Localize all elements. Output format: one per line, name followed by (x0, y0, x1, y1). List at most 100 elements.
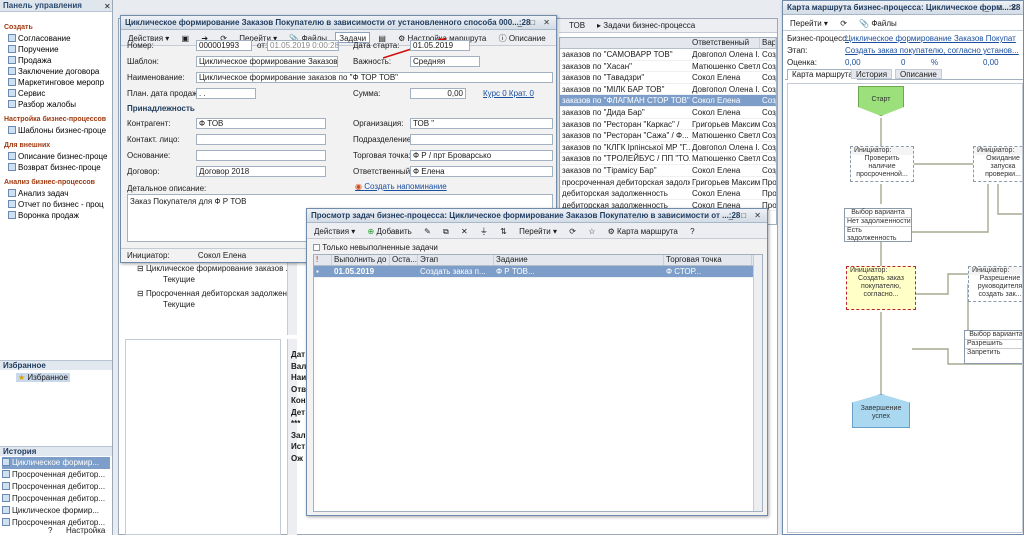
go-menu[interactable]: Перейти ▾ (515, 225, 561, 236)
refresh-icon[interactable]: ⟳ (565, 225, 580, 236)
table-row[interactable]: заказов по "ФЛАГМАН СТОР ТОВ" Сокол Елена… (560, 95, 776, 107)
panel-item[interactable]: Продажа (8, 55, 112, 66)
tree-leaf[interactable]: Текущие (137, 274, 297, 285)
tasks-button[interactable]: ▸ Задачи бизнес-процесса (597, 21, 695, 30)
history-item[interactable]: Просроченная дебитор... (2, 493, 110, 505)
save-icon[interactable]: ▣ (178, 32, 194, 43)
plan-date-field[interactable]: . . (196, 88, 256, 99)
tree-node[interactable]: ⊟ Циклическое формирование заказов ... (137, 263, 297, 274)
tab-history[interactable]: История (851, 69, 893, 79)
tab-description[interactable]: Описание (895, 69, 942, 79)
table-row[interactable]: заказов по "МІЛК БАР ТОВ" Довгопол Олена … (560, 84, 776, 96)
window-controls[interactable]: _ □ ✕ (985, 3, 1020, 12)
panel-item[interactable]: Маркетинговое меропр (8, 77, 112, 88)
sort-icon[interactable]: ⇅ (496, 225, 511, 236)
edit-icon[interactable]: ✎ (420, 225, 435, 236)
table-row[interactable]: заказов по "Тавадзри"Сокол ЕленаСозд (560, 72, 776, 84)
star-icon[interactable]: ☆ (584, 225, 599, 236)
panel-item[interactable]: Разбор жалобы (8, 99, 112, 110)
start-date-field[interactable]: 01.05.2019 (410, 40, 470, 51)
history-item[interactable]: Циклическое формир... (2, 505, 110, 517)
basis-field[interactable] (196, 150, 326, 161)
contact-field[interactable] (196, 134, 326, 145)
window-controls[interactable]: _ □ ✕ (729, 211, 764, 220)
tree-leaf[interactable]: Текущие (137, 299, 297, 310)
contract-field[interactable]: Договор 2018 (196, 166, 326, 177)
settings-link[interactable]: Настройка (66, 526, 105, 535)
table-row[interactable]: заказов по "Ресторан "Сажа" / Ф... Матюше… (560, 130, 776, 142)
close-icon[interactable]: ✕ (104, 2, 111, 11)
window-controls[interactable]: _ □ ✕ (518, 18, 553, 27)
help-icon[interactable]: ? (686, 225, 698, 236)
checkbox-icon[interactable] (313, 244, 320, 251)
panel-item[interactable]: Шаблоны бизнес-проце (8, 125, 112, 136)
history-item[interactable]: Просроченная дебитор... (2, 481, 110, 493)
point-field[interactable]: Ф Р / прт Броварсько (410, 150, 553, 161)
initiator-node[interactable]: Инициатор: Разрешение руководителя создат… (968, 266, 1022, 302)
from-field[interactable]: 01.05.2019 0:00:28 (267, 40, 339, 51)
add-button[interactable]: ⊕ Добавить (364, 225, 416, 236)
bp-link[interactable]: Циклическое формирование Заказов Покупат (845, 34, 1021, 43)
initiator-node[interactable]: Инициатор: Проверить наличие просроченной… (850, 146, 914, 182)
counterparty-field[interactable]: Ф ТОВ (196, 118, 326, 129)
number-field[interactable]: 000001993 (196, 40, 252, 51)
panel-item[interactable]: Поручение (8, 44, 112, 55)
description-button[interactable]: ⓘ Описание (495, 32, 550, 43)
initiator-node[interactable]: Инициатор: Ожидание запуска проверки... (973, 146, 1022, 182)
history-item[interactable]: Просроченная дебитор... (2, 469, 110, 481)
detail-label: Ож (291, 453, 303, 463)
table-row[interactable]: заказов по "Тірамісу Бар"Сокол ЕленаСозд (560, 165, 776, 177)
table-row[interactable]: заказов по "САМОВАРР ТОВ" Довгопол Олена … (560, 49, 776, 61)
help-icon[interactable]: ? (554, 32, 556, 43)
responsible-field[interactable]: Ф Елена (410, 166, 553, 177)
panel-item[interactable]: Отчет по бизнес - проц (8, 199, 112, 210)
panel-item[interactable]: Сервис (8, 88, 112, 99)
tab-route-map[interactable]: Карта маршрута (787, 69, 858, 80)
sum-field[interactable]: 0,00 (410, 88, 466, 99)
stage-link[interactable]: Создать заказ покупателю, согласно устан… (845, 46, 1021, 55)
favorites-item[interactable]: ★ Избранное (16, 373, 70, 382)
table-row[interactable]: просроченная дебиторская задолжен...Григ… (560, 177, 776, 189)
map-tabs: Карта маршрута История Описание (785, 69, 1023, 80)
table-row[interactable]: дебиторская задолженностьСокол ЕленаПрос (560, 188, 776, 200)
go-menu[interactable]: Перейти ▾ (786, 17, 832, 28)
panel-item[interactable]: Возврат бизнес-проце (8, 162, 112, 173)
importance-select[interactable]: Средняя (410, 56, 480, 67)
help-icon[interactable]: ? (48, 526, 52, 535)
refresh-icon[interactable]: ⟳ (836, 17, 851, 28)
filter-icon[interactable]: ⏚ (476, 225, 492, 236)
actions-menu[interactable]: Действия ▾ (310, 225, 359, 236)
choice-node[interactable]: Выбор варианта Разрешить Запретить (964, 330, 1022, 364)
template-field[interactable]: Циклическое формирование Заказов ... (196, 56, 338, 67)
unfinished-filter[interactable]: Только невыполненные задачи (313, 243, 438, 252)
route-map-button[interactable]: ⚙ Карта маршрута (604, 225, 682, 236)
create-reminder-link[interactable]: ◉ Создать напоминание (355, 182, 447, 191)
department-field[interactable] (410, 134, 553, 145)
active-initiator-node[interactable]: Инициатор: Создать заказ покупателю, согл… (846, 266, 916, 310)
table-row[interactable]: заказов по "ТРОЛЕЙБУС / ПП "ТО...Матюшен… (560, 153, 776, 165)
panel-item[interactable]: Согласование (8, 33, 112, 44)
table-row[interactable]: заказов по "Ресторан "Каркас" / Григорьев… (560, 119, 776, 131)
table-row[interactable]: заказов по "Дида Бар"Сокол ЕленаСозд (560, 107, 776, 119)
panel-item[interactable]: Описание бизнес-проце (8, 151, 112, 162)
copy-icon[interactable]: ⧉ (439, 225, 453, 236)
scrollbar[interactable] (287, 263, 297, 335)
table-row[interactable]: ▪ 01.05.2019 Создать заказ п... Ф Р ТОВ... Ф… (314, 266, 762, 278)
panel-item[interactable]: Заключение договора (8, 66, 112, 77)
map-title: Карта маршрута бизнес-процесса: Цикличес… (783, 1, 1023, 15)
choice-node[interactable]: Выбор варианта Нет задолженности Есть за… (844, 208, 912, 242)
bg-tab[interactable]: ТОВ (569, 21, 585, 30)
table-row[interactable]: заказов по "КЛГК Ірпінської МР "Г...Довг… (560, 142, 776, 154)
rate-link[interactable]: Курс 0 Крат. 0 (483, 89, 534, 98)
table-row[interactable]: заказов по "Хасан"Матюшенко Светл...Созд (560, 61, 776, 73)
panel-item[interactable]: Воронка продаж (8, 210, 112, 221)
delete-icon[interactable]: ✕ (457, 225, 472, 236)
organization-field[interactable]: ТОВ " (410, 118, 553, 129)
grid-rows: заказов по "САМОВАРР ТОВ" Довгопол Олена … (560, 49, 776, 212)
name-field[interactable]: Циклическое формирование заказов по "Ф Т… (196, 72, 553, 83)
tree-node[interactable]: ⊟ Просроченная дебиторская задолжен... (137, 288, 297, 299)
panel-item[interactable]: Анализ задач (8, 188, 112, 199)
history-item[interactable]: Циклическое формир... (2, 457, 110, 469)
files-button[interactable]: 📎 Файлы (855, 17, 901, 28)
scrollbar[interactable] (753, 255, 762, 511)
